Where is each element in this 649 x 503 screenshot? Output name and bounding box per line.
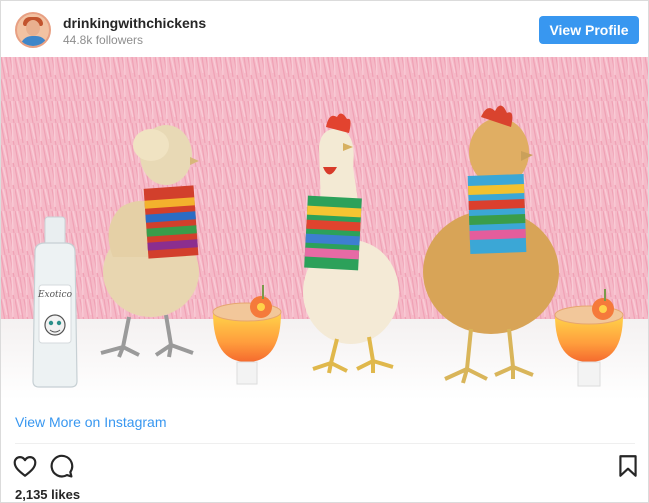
instagram-embed-card: drinkingwithchickens 44.8k followers Vie…	[0, 0, 649, 503]
username[interactable]: drinkingwithchickens	[63, 15, 206, 31]
post-header: drinkingwithchickens 44.8k followers Vie…	[1, 1, 648, 57]
bookmark-icon[interactable]	[615, 453, 641, 479]
profile-avatar[interactable]	[15, 12, 51, 48]
post-photo[interactable]: Exotico	[1, 57, 648, 400]
like-count: 2,135 likes	[15, 487, 81, 502]
view-profile-button[interactable]: View Profile	[539, 16, 639, 44]
comment-icon[interactable]	[48, 453, 74, 479]
view-more-link[interactable]: View More on Instagram	[15, 414, 166, 430]
chickens-photo-illustration: Exotico	[1, 57, 648, 400]
heart-icon[interactable]	[12, 453, 38, 479]
divider	[15, 443, 635, 444]
avatar-shirt	[20, 36, 48, 46]
follower-count: 44.8k followers	[63, 33, 144, 47]
bottle-label: Exotico	[37, 290, 73, 300]
avatar-face	[26, 20, 40, 36]
